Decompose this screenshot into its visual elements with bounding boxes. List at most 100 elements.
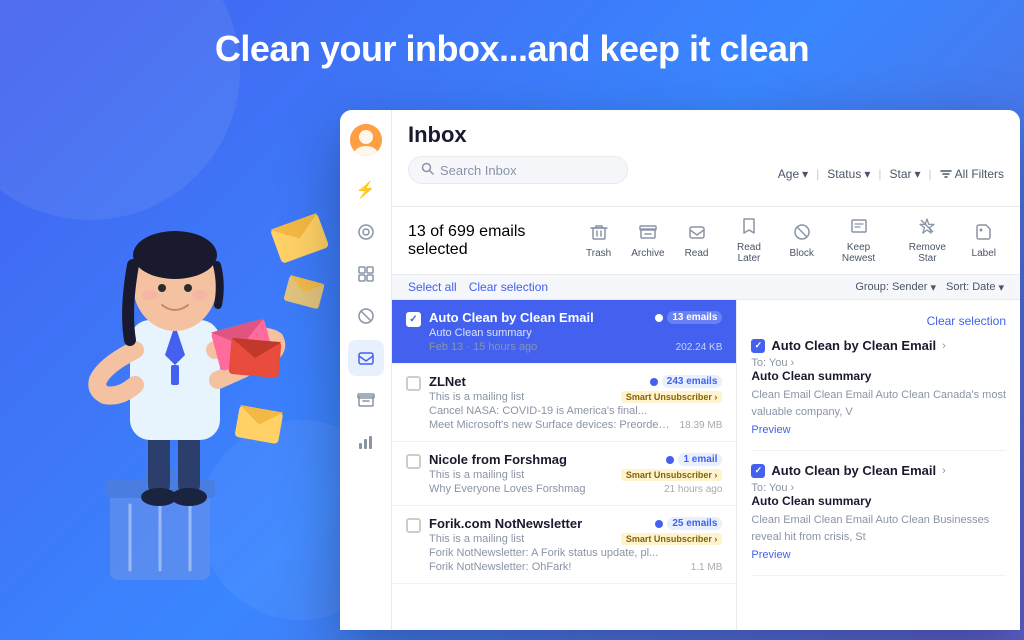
group-dropdown[interactable]: Group: Sender ▾: [855, 281, 936, 294]
app-window: ⚡: [340, 110, 1020, 630]
user-avatar[interactable]: [350, 124, 382, 156]
sidebar-icon-lightning[interactable]: ⚡: [348, 172, 384, 208]
preview-1-to: To: You ›: [751, 357, 1006, 369]
email-1-date: Feb 13 · 15 hours ago: [429, 341, 668, 353]
email-4-preview: Forik NotNewsletter: A Forik status upda…: [429, 547, 722, 559]
content-area: Auto Clean by Clean Email 13 emails Auto…: [392, 300, 1020, 630]
selection-total: of 699 emails selected: [408, 223, 525, 258]
email-1-checkbox[interactable]: [406, 312, 421, 327]
email-4-checkbox[interactable]: [406, 518, 421, 533]
preview-2-link[interactable]: Preview: [751, 549, 790, 561]
all-filters[interactable]: All Filters: [940, 167, 1004, 181]
trash-label: Trash: [586, 248, 611, 259]
email-4-smart-unsub[interactable]: Smart Unsubscriber ›: [621, 533, 723, 545]
clear-selection-link[interactable]: Clear selection: [469, 280, 548, 294]
email-2-smart-unsub[interactable]: Smart Unsubscriber ›: [621, 391, 723, 403]
email-1-size: 202.24 KB: [676, 342, 723, 353]
email-3-meta: 21 hours ago: [664, 484, 722, 495]
email-2-body: ZLNet 243 emails This is a mailing list …: [429, 374, 722, 431]
group-chevron: ▾: [930, 281, 936, 294]
email-3-meta-row: Why Everyone Loves Forshmag 21 hours ago: [429, 483, 722, 495]
archive-button[interactable]: Archive: [623, 219, 672, 263]
sidebar-icon-filter[interactable]: [348, 214, 384, 250]
label-button[interactable]: Label: [964, 219, 1004, 263]
preview-2-arrow: ›: [942, 465, 946, 477]
preview-2-checkbox[interactable]: [751, 464, 765, 478]
sidebar-icon-archive[interactable]: [348, 382, 384, 418]
email-2-checkbox[interactable]: [406, 376, 421, 391]
list-actions-left: Select all Clear selection: [408, 280, 548, 294]
email-item-4[interactable]: Forik.com NotNewsletter 25 emails This i…: [392, 506, 736, 584]
email-item-3[interactable]: Nicole from Forshmag 1 email This is a m…: [392, 442, 736, 506]
preview-clear-selection[interactable]: Clear selection: [927, 314, 1006, 328]
badge-count-3: 1 email: [678, 453, 722, 466]
email-3-smart-unsub[interactable]: Smart Unsubscriber ›: [621, 469, 723, 481]
preview-1-checkbox[interactable]: [751, 339, 765, 353]
sidebar-icon-inbox[interactable]: [348, 340, 384, 376]
preview-2-subject: Auto Clean summary: [751, 494, 1006, 508]
email-1-badge: 13 emails: [655, 311, 722, 324]
preview-1-arrow: ›: [942, 340, 946, 352]
email-item-2[interactable]: ZLNet 243 emails This is a mailing list …: [392, 364, 736, 442]
read-later-icon: [740, 217, 758, 240]
sidebar-icon-grid[interactable]: [348, 256, 384, 292]
filter-icon: [940, 168, 952, 180]
email-item-1[interactable]: Auto Clean by Clean Email 13 emails Auto…: [392, 300, 736, 364]
status-chevron: ▾: [864, 167, 870, 181]
selection-info: 13 of 699 emails selected: [408, 223, 578, 259]
badge-dot-4: [655, 520, 663, 528]
email-4-mailing: This is a mailing list: [429, 533, 524, 545]
select-all-link[interactable]: Select all: [408, 280, 457, 294]
search-bar[interactable]: Search Inbox: [408, 156, 628, 184]
keep-newest-icon: [850, 217, 868, 240]
all-filters-label: All Filters: [955, 167, 1004, 181]
status-label: Status: [827, 167, 861, 181]
filter-row: Age ▾ | Status ▾ | Star ▾ |: [778, 167, 1004, 181]
remove-star-label: Remove Star: [903, 242, 951, 264]
preview-2-body: Clean Email Clean Email Auto Clean Busin…: [751, 512, 1006, 545]
read-later-button[interactable]: Read Later: [720, 213, 777, 268]
remove-star-icon: [918, 217, 936, 240]
star-label: Star: [889, 167, 911, 181]
sort-chevron: ▾: [998, 281, 1004, 294]
email-4-preview2: Forik NotNewsletter: OhFark!: [429, 561, 683, 573]
page-headline: Clean your inbox...and keep it clean: [0, 28, 1024, 70]
email-2-badge: 243 emails: [650, 375, 723, 388]
star-filter[interactable]: Star ▾: [889, 167, 920, 181]
app-header: Inbox Search Inbox Age: [392, 110, 1020, 207]
block-icon: [793, 223, 811, 246]
sidebar-icon-block[interactable]: [348, 298, 384, 334]
remove-star-button[interactable]: Remove Star: [895, 213, 959, 268]
read-button[interactable]: Read: [677, 219, 717, 263]
email-2-sender: ZLNet: [429, 374, 466, 389]
email-2-mailing: This is a mailing list: [429, 391, 524, 403]
badge-count-4: 25 emails: [667, 517, 722, 530]
list-actions: Select all Clear selection Group: Sender…: [392, 275, 1020, 300]
email-4-badge: 25 emails: [655, 517, 722, 530]
age-filter[interactable]: Age ▾: [778, 167, 808, 181]
sidebar: ⚡: [340, 110, 392, 630]
search-placeholder: Search Inbox: [440, 163, 517, 178]
sidebar-icon-chart[interactable]: [348, 424, 384, 460]
label-icon: [975, 223, 993, 246]
divider3: |: [929, 167, 932, 181]
keep-newest-button[interactable]: Keep Newest: [826, 213, 891, 268]
sort-value: Date: [972, 281, 995, 293]
read-later-label: Read Later: [728, 242, 769, 264]
badge-dot-3: [666, 456, 674, 464]
status-filter[interactable]: Status ▾: [827, 167, 870, 181]
email-1-meta-row: Feb 13 · 15 hours ago 202.24 KB: [429, 341, 722, 353]
email-3-badge: 1 email: [666, 453, 722, 466]
age-label: Age: [778, 167, 799, 181]
email-4-meta-row: Forik NotNewsletter: OhFark! 1.1 MB: [429, 561, 722, 573]
preview-2-sender: Auto Clean by Clean Email: [771, 463, 936, 478]
sort-dropdown[interactable]: Sort: Date ▾: [946, 281, 1004, 294]
email-2-meta-row: Meet Microsoft's new Surface devices: Pr…: [429, 419, 722, 431]
email-3-checkbox[interactable]: [406, 454, 421, 469]
divider2: |: [878, 167, 881, 181]
selection-bar: 13 of 699 emails selected: [392, 207, 1020, 275]
preview-1-link[interactable]: Preview: [751, 424, 790, 436]
read-label: Read: [685, 248, 709, 259]
trash-button[interactable]: Trash: [578, 219, 619, 263]
block-button[interactable]: Block: [781, 219, 821, 263]
